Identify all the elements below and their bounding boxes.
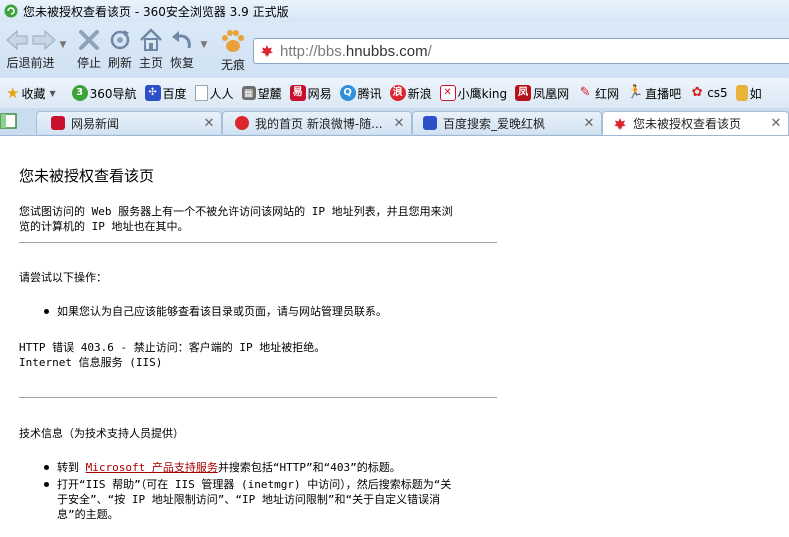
netease-icon [51, 116, 65, 130]
tencent-icon: Q [339, 85, 356, 101]
refresh-icon [110, 30, 130, 50]
divider [19, 397, 497, 398]
favorite-link[interactable]: 3 360导航 [71, 85, 137, 102]
favorite-link[interactable]: 人人 [194, 85, 234, 102]
page-title: 您未被授权查看该页 [19, 167, 155, 185]
ifeng-icon: 凤 [515, 85, 532, 101]
ms-support-link[interactable]: Microsoft 产品支持服务 [86, 461, 218, 474]
favorite-link[interactable]: ✣ 百度 [144, 85, 187, 102]
restore-button[interactable]: 恢复 [165, 26, 199, 70]
360-icon: 3 [71, 85, 88, 101]
favorite-link[interactable]: 浪 新浪 [389, 85, 432, 102]
tab-baidu-search[interactable]: 百度搜索_爱晚红枫 ✕ [412, 111, 602, 134]
baidu-icon [423, 116, 437, 130]
eagle-icon: ✕ [439, 85, 456, 101]
list-item: 转到 Microsoft 产品支持服务并搜索包括“HTTP”和“403”的标题。 [19, 460, 451, 475]
favorite-link[interactable]: 易 网易 [289, 85, 332, 102]
page-icon [194, 85, 208, 101]
intro-text: 您试图访问的 Web 服务器上有一个不被允许访问该网站的 IP 地址列表，并且您… [19, 205, 453, 233]
window-title: 您未被授权查看该页 - 360安全浏览器 3.9 正式版 [23, 4, 289, 19]
site-icon: ▦ [241, 86, 256, 100]
home-icon [140, 28, 162, 51]
try-list: 如果您认为自己应该能够查看该目录或页面，请与网站管理员联系。 [19, 304, 387, 321]
home-button[interactable]: 主页 [134, 26, 168, 70]
restore-dropdown[interactable]: ▼ [198, 36, 210, 50]
favorite-folder[interactable]: 如 [735, 85, 762, 102]
paw-icon [222, 30, 244, 52]
zhibo8-icon: 🏃 [627, 85, 644, 100]
chevron-down-icon: ▼ [59, 40, 67, 50]
tab-unauthorized-page[interactable]: 您未被授权查看该页 ✕ [602, 111, 789, 135]
star-icon: ★ [6, 84, 20, 102]
address-bar[interactable]: http://bbs.hnubbs.com/ [253, 38, 789, 64]
close-icon[interactable]: ✕ [391, 116, 407, 131]
refresh-button[interactable]: 刷新 [103, 26, 137, 70]
list-item: 如果您认为自己应该能够查看该目录或页面，请与网站管理员联系。 [19, 304, 387, 319]
favorite-link[interactable]: ✎ 红网 [577, 85, 619, 102]
stop-button[interactable]: 停止 [72, 26, 106, 70]
tech-heading: 技术信息（为技术支持人员提供） [19, 427, 184, 440]
maple-leaf-icon [614, 117, 626, 130]
favorites-bar: ★ 收藏 ▼ 3 360导航 ✣ 百度 人人 ▦ 望麓 易 网易 Q 腾讯 浪 … [0, 78, 789, 108]
favorite-link[interactable]: ▦ 望麓 [241, 85, 282, 102]
close-icon[interactable]: ✕ [201, 116, 217, 131]
sina-icon: 浪 [389, 85, 406, 101]
history-dropdown[interactable]: ▼ [57, 36, 69, 50]
stop-icon [79, 30, 99, 50]
navigation-toolbar: 后退前进 ▼ 停止 刷新 主页 恢复 ▼ 无痕 http://bbs.hnubb… [0, 22, 789, 78]
no-trace-button[interactable]: 无痕 [215, 26, 251, 72]
weibo-icon [235, 116, 249, 130]
tab-bar: 网易新闻 ✕ 我的首页 新浪微博-随... ✕ 百度搜索_爱晚红枫 ✕ 您未被授… [0, 108, 789, 136]
netease-icon: 易 [289, 85, 306, 101]
maple-leaf-icon [261, 45, 273, 57]
chevron-down-icon: ▼ [49, 88, 56, 98]
chevron-down-icon: ▼ [200, 40, 208, 50]
cs5-icon: ✿ [691, 85, 703, 100]
undo-icon [172, 31, 191, 49]
favorite-link[interactable]: ✿ cs5 [689, 85, 728, 101]
favorite-link[interactable]: ✕ 小鹰king [439, 85, 507, 102]
tab-netease-news[interactable]: 网易新闻 ✕ [36, 111, 222, 134]
error-info: HTTP 错误 403.6 - 禁止访问：客户端的 IP 地址被拒绝。 Inte… [19, 341, 326, 369]
sidebar-toggle-icon[interactable] [0, 111, 18, 131]
tech-list: 转到 Microsoft 产品支持服务并搜索包括“HTTP”和“403”的标题。… [19, 460, 451, 524]
rednet-icon: ✎ [579, 85, 591, 100]
close-icon[interactable]: ✕ [581, 116, 597, 131]
page-content: 您未被授权查看该页 您试图访问的 Web 服务器上有一个不被允许访问该网站的 I… [0, 136, 789, 537]
favorites-menu[interactable]: ★ 收藏 ▼ [6, 84, 56, 102]
tab-weibo[interactable]: 我的首页 新浪微博-随... ✕ [222, 111, 412, 134]
back-forward-arrows-icon [5, 29, 56, 51]
url-text: http://bbs.hnubbs.com/ [280, 42, 432, 60]
baidu-icon: ✣ [144, 85, 161, 101]
favorite-link[interactable]: 凤 凤凰网 [515, 85, 569, 102]
folder-icon [735, 85, 748, 101]
close-icon[interactable]: ✕ [768, 116, 784, 131]
divider [19, 242, 497, 243]
favorite-link[interactable]: 🏃 直播吧 [627, 85, 681, 102]
try-heading: 请尝试以下操作： [19, 271, 107, 284]
favorite-link[interactable]: Q 腾讯 [339, 85, 382, 102]
360-browser-icon [4, 4, 18, 18]
back-forward-button[interactable]: 后退前进 [3, 26, 58, 70]
title-bar: 您未被授权查看该页 - 360安全浏览器 3.9 正式版 [0, 0, 789, 22]
list-item: 打开“IIS 帮助”（可在 IIS 管理器 (inetmgr) 中访问），然后搜… [19, 477, 451, 522]
